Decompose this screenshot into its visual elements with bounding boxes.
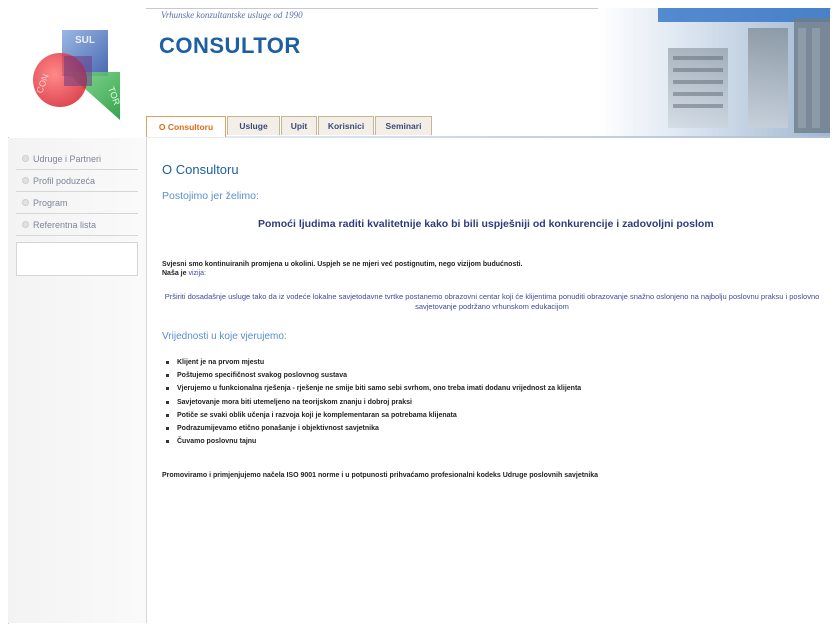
mission-statement: Prširiti dosadašnje usluge tako da iz vo…	[164, 292, 820, 311]
tab-seminari[interactable]: Seminari	[375, 116, 432, 135]
intro-line-1: Svjesni smo kontinuiranih promjena u oko…	[162, 261, 523, 268]
list-item: Poštujemo specifičnost svakog poslovnog …	[166, 369, 581, 382]
bullet-icon	[166, 440, 169, 444]
brand-title[interactable]: CONSULTOR	[159, 33, 301, 59]
sidebar-item-program[interactable]: Program	[16, 192, 138, 214]
bullet-icon	[22, 177, 29, 184]
bullet-icon	[166, 387, 169, 391]
list-item: Potiče se svaki oblik učenja i razvoja k…	[166, 409, 581, 422]
logo[interactable]: SUL CON TOR	[8, 8, 146, 137]
header-building-photo	[598, 8, 830, 136]
vision-link[interactable]: vizija:	[188, 270, 206, 277]
sidebar-item-label: Profil poduzeća	[33, 175, 96, 186]
slogan: Pomoći ljudima raditi kvalitetnije kako …	[258, 218, 714, 230]
sidebar: Udruge i Partneri Profil poduzeća Progra…	[8, 138, 147, 623]
iso-statement: Promoviramo i primjenjujemo načela ISO 9…	[162, 472, 599, 479]
values-list: Klijent je na prvom mjestu Poštujemo spe…	[166, 356, 581, 448]
bullet-icon	[22, 199, 29, 206]
list-item: Podrazumijevamo etično ponašanje i objek…	[166, 422, 581, 435]
intro-paragraph: Svjesni smo kontinuiranih promjena u oko…	[162, 260, 523, 278]
main-content: O Consultoru Postojimo jer želimo: Pomoć…	[146, 138, 826, 623]
tab-o-consultoru[interactable]: O Consultoru	[146, 116, 226, 137]
bullet-icon	[22, 221, 29, 228]
bullet-icon	[166, 361, 169, 365]
sidebar-item-label: Referentna lista	[33, 219, 97, 230]
bullet-icon	[166, 427, 169, 431]
sidebar-item-label: Udruge i Partneri	[33, 153, 102, 164]
values-title: Vrijednosti u koje vjerujemo:	[162, 331, 287, 342]
list-item: Vjerujemo u funkcionalna rješenja - rješ…	[166, 382, 581, 395]
page-subtitle: Postojimo jer želimo:	[162, 190, 259, 202]
bullet-icon	[166, 374, 169, 378]
sidebar-empty-box	[16, 242, 138, 276]
list-item: Klijent je na prvom mjestu	[166, 356, 581, 369]
list-item: Čuvamo poslovnu tajnu	[166, 435, 581, 448]
tab-bar: O Consultoru Usluge Upit Korisnici Semin…	[146, 116, 433, 137]
bullet-icon	[166, 413, 169, 417]
list-item: Savjetovanje mora biti utemeljeno na teo…	[166, 396, 581, 409]
tab-korisnici[interactable]: Korisnici	[318, 116, 374, 135]
bullet-icon	[22, 155, 29, 162]
logo-graphic: SUL CON TOR	[33, 30, 122, 120]
sidebar-item-profil-poduzeca[interactable]: Profil poduzeća	[16, 170, 138, 192]
intro-line-2-prefix: Naša je	[162, 270, 187, 277]
sidebar-item-referentna-lista[interactable]: Referentna lista	[16, 214, 138, 236]
tab-upit[interactable]: Upit	[281, 116, 317, 135]
tab-usluge[interactable]: Usluge	[227, 116, 280, 135]
sidebar-item-udruge-i-partneri[interactable]: Udruge i Partneri	[16, 148, 138, 170]
bullet-icon	[166, 400, 169, 404]
tagline: Vrhunske konzultantske usluge od 1990	[161, 10, 303, 20]
sidebar-item-label: Program	[33, 197, 68, 208]
page-title: O Consultoru	[162, 162, 239, 177]
logo-text-sul: SUL	[75, 35, 95, 46]
